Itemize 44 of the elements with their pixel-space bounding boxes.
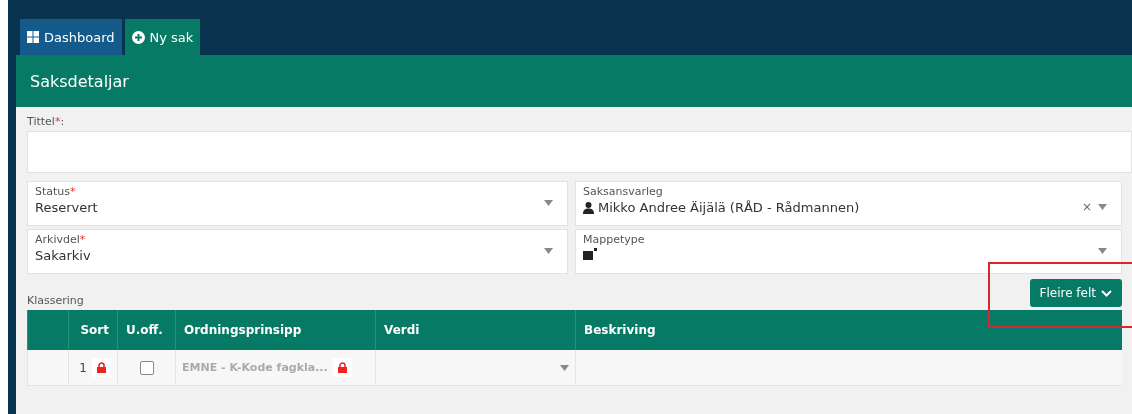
required-mark: * [79, 233, 86, 246]
tab[interactable]: Ny sak [124, 19, 201, 55]
select-field[interactable]: Arkivdel* Sakarkiv [27, 229, 568, 274]
column-header: U.off. [117, 310, 175, 350]
dropdown-caret-icon[interactable] [544, 248, 553, 254]
dropdown-caret-icon[interactable] [544, 200, 553, 206]
field-label: Saksansvarleg [583, 185, 663, 198]
field-label: Arkivdel [35, 233, 80, 246]
required-mark: * [70, 185, 76, 198]
select-field[interactable]: Saksansvarleg Mikko Andree Äijälä (RÅD - Rådmannen) × [575, 181, 1122, 226]
person-icon [583, 201, 594, 214]
dropdown-caret-icon[interactable] [1098, 204, 1107, 210]
checkbox[interactable] [139, 360, 154, 375]
tab[interactable]: Dashboard [20, 19, 122, 55]
column-header [27, 310, 68, 350]
more-fields-button[interactable]: Fleire felt [1029, 279, 1122, 307]
select-field[interactable]: Mappetype [575, 229, 1122, 274]
field-value: Mikko Andree Äijälä (RÅD - Rådmannen) [598, 200, 860, 215]
chevron-down-icon [1101, 289, 1112, 297]
clear-icon[interactable]: × [1081, 200, 1092, 214]
field-value: Reservert [35, 200, 98, 215]
panel-title: Saksdetaljar [30, 71, 129, 91]
dropdown-caret-icon[interactable] [560, 364, 569, 371]
select-cell[interactable] [375, 350, 575, 386]
label-colon: : [60, 115, 65, 128]
table-cell: 1 [79, 360, 87, 375]
field-label: Mappetype [583, 233, 645, 246]
lock-icon [332, 358, 352, 377]
column-header: Ordningsprinsipp [175, 310, 375, 350]
field-label: Tittel [27, 115, 55, 128]
lock-icon [92, 358, 111, 377]
folder-icon [583, 248, 597, 260]
column-header: Sort [68, 310, 117, 350]
column-header: Verdi [375, 310, 575, 350]
section-label: Klassering [27, 294, 84, 307]
grid-icon [27, 31, 39, 43]
dropdown-caret-icon[interactable] [1098, 248, 1107, 254]
input-field[interactable] [27, 131, 1132, 173]
field-value: Sakarkiv [35, 248, 91, 263]
table-cell: EMNE - K-Kode fagkla... [182, 361, 328, 374]
field-label: Status [35, 185, 71, 198]
plus-circle-icon [131, 30, 145, 44]
select-field[interactable]: Status* Reservert [27, 181, 568, 226]
column-header: Beskriving [575, 310, 1122, 350]
